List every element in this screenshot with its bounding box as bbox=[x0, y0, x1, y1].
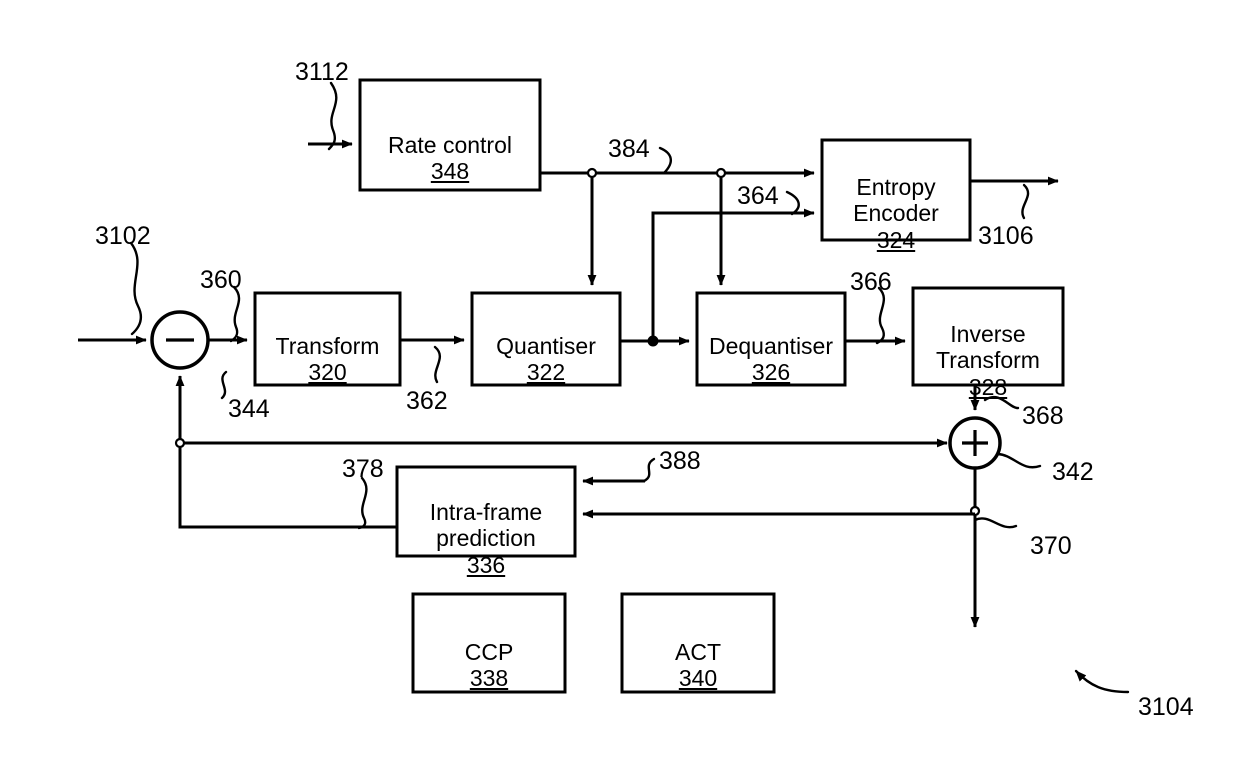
junction-dot-quantiser-out bbox=[647, 335, 659, 347]
leader-368 bbox=[983, 395, 1020, 410]
leader-342 bbox=[996, 452, 1042, 469]
leader-3112 bbox=[327, 81, 338, 151]
leader-344 bbox=[220, 370, 228, 400]
block-ccp[interactable] bbox=[411, 592, 567, 694]
junction-dot-384-quantiser bbox=[586, 167, 598, 179]
block-dequantiser[interactable] bbox=[695, 291, 847, 387]
block-entropy-encoder[interactable] bbox=[820, 138, 972, 242]
diagram-canvas bbox=[78, 78, 1130, 694]
leader-360 bbox=[229, 285, 241, 343]
block-intra-frame-prediction[interactable] bbox=[395, 465, 577, 558]
block-inverse-transform[interactable] bbox=[911, 286, 1065, 387]
leader-388 bbox=[642, 457, 656, 483]
block-rate-control[interactable] bbox=[358, 78, 542, 192]
leader-3104 bbox=[1074, 669, 1130, 694]
block-act[interactable] bbox=[620, 592, 776, 694]
block-quantiser[interactable] bbox=[470, 291, 622, 387]
junction-dot-344 bbox=[174, 437, 186, 449]
wire-378-to-subtractor bbox=[175, 375, 397, 529]
leader-366 bbox=[875, 286, 886, 345]
leader-378 bbox=[357, 476, 368, 530]
junction-dot-384-dequantiser bbox=[715, 167, 727, 179]
leader-362 bbox=[433, 345, 442, 384]
leader-370 bbox=[973, 517, 1018, 529]
leader-3102 bbox=[129, 241, 143, 336]
operator-adder bbox=[948, 416, 1002, 470]
leader-364 bbox=[785, 190, 800, 216]
leader-384 bbox=[658, 146, 672, 175]
operator-subtractor bbox=[150, 310, 210, 370]
patent-figure: Rate control 348 Entropy Encoder 324 Tra… bbox=[0, 0, 1240, 763]
block-transform[interactable] bbox=[253, 291, 402, 387]
leader-3106 bbox=[1021, 183, 1030, 220]
